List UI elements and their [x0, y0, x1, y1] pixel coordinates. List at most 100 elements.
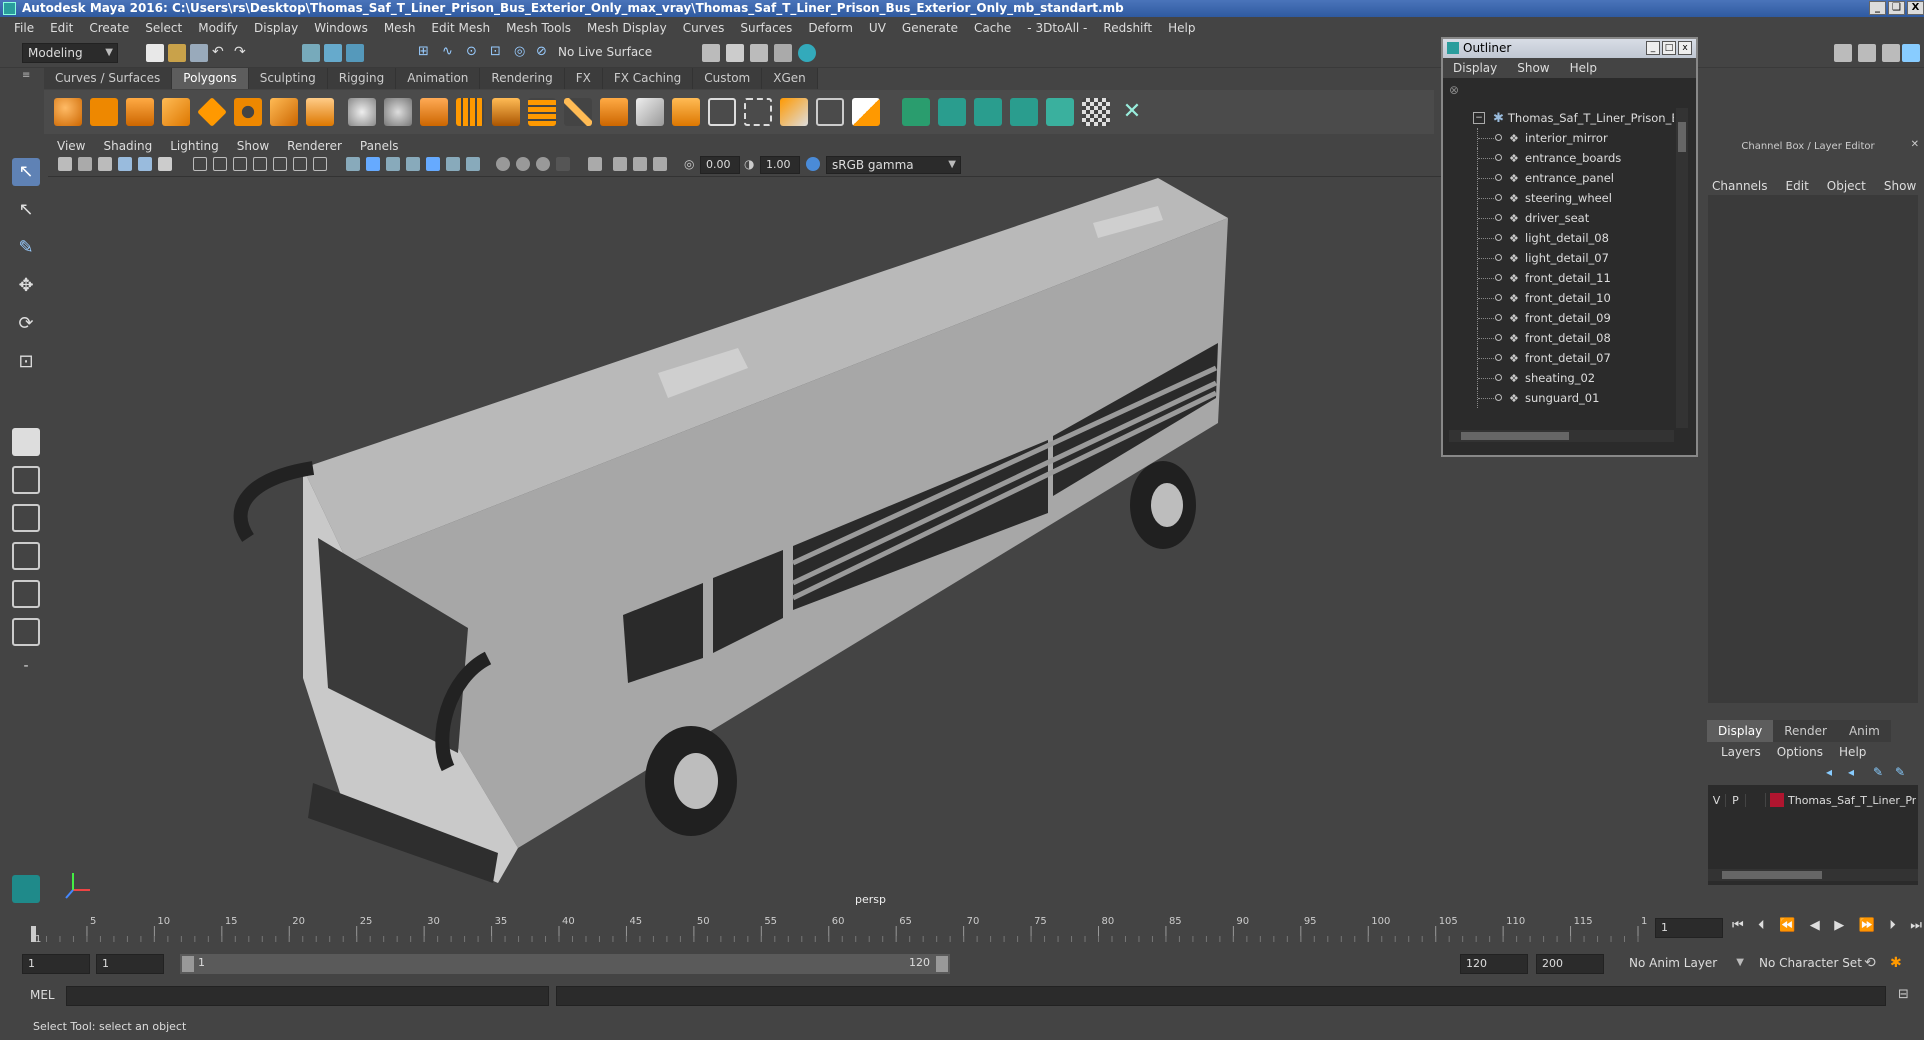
poly-prism-icon[interactable] [270, 98, 298, 126]
menu-select[interactable]: Select [137, 21, 190, 35]
persp-graph-layout-icon[interactable] [12, 542, 40, 570]
merge-icon[interactable] [852, 98, 880, 126]
outliner-item[interactable]: ❖ front_detail_10 [1449, 288, 1674, 308]
more-layouts-icon[interactable]: - [12, 658, 40, 686]
layer-menu-help[interactable]: Help [1831, 745, 1874, 759]
poly-pipe-icon[interactable] [306, 98, 334, 126]
multi-cut-icon[interactable] [564, 98, 592, 126]
gate-mask-icon[interactable] [253, 157, 267, 171]
four-view-layout-icon[interactable] [12, 466, 40, 494]
new-layer-selected-icon[interactable]: ✎ [1895, 765, 1909, 779]
ipr-render-icon[interactable] [750, 44, 768, 62]
go-to-end-icon[interactable]: ⏭ [1910, 918, 1922, 938]
scale-tool-icon[interactable]: ⊡ [12, 348, 40, 376]
xray-icon[interactable] [556, 157, 570, 171]
redo-icon[interactable]: ↷ [234, 44, 252, 62]
render-view-icon[interactable] [702, 44, 720, 62]
lasso-tool-icon[interactable]: ↖ [12, 196, 40, 224]
workspace-icon[interactable] [1834, 44, 1852, 62]
outliner-item[interactable]: ❖ light_detail_07 [1449, 248, 1674, 268]
menu-file[interactable]: File [6, 21, 42, 35]
cb-menu-object[interactable]: Object [1818, 179, 1875, 193]
vp-menu-lighting[interactable]: Lighting [161, 139, 228, 153]
vp-menu-view[interactable]: View [48, 139, 94, 153]
layer-menu-layers[interactable]: Layers [1713, 745, 1769, 759]
current-time-marker[interactable] [31, 926, 36, 942]
outliner-minimize-button[interactable]: _ [1646, 41, 1660, 55]
film-gate-icon[interactable] [213, 157, 227, 171]
cb-menu-show[interactable]: Show [1875, 179, 1924, 193]
tab-animation[interactable]: Animation [396, 68, 481, 89]
poly-torus-icon[interactable] [234, 98, 262, 126]
resolution-gate-icon[interactable] [233, 157, 247, 171]
menu-deform[interactable]: Deform [800, 21, 861, 35]
bookmark-icon[interactable] [98, 157, 112, 171]
outliner-item[interactable]: ❖ sunguard_01 [1449, 388, 1674, 408]
planar-map-icon[interactable] [938, 98, 966, 126]
menu-surfaces[interactable]: Surfaces [732, 21, 800, 35]
mel-command-input[interactable] [66, 986, 549, 1006]
move-tool-icon[interactable]: ✥ [12, 272, 40, 300]
outliner-item[interactable]: ❖ light_detail_08 [1449, 228, 1674, 248]
checker-map-icon[interactable] [1082, 98, 1110, 126]
new-scene-icon[interactable] [146, 44, 164, 62]
xray-active-icon[interactable] [633, 157, 647, 171]
shelf-options-icon[interactable]: ≡ [22, 70, 36, 130]
paint-select-tool-icon[interactable]: ✎ [12, 234, 40, 262]
snap-surface-icon[interactable]: ◎ [514, 44, 532, 62]
mirror-icon[interactable] [528, 98, 556, 126]
wireframe-icon[interactable] [346, 157, 360, 171]
depth-of-field-icon[interactable] [536, 157, 550, 171]
vp-menu-show[interactable]: Show [228, 139, 278, 153]
time-slider[interactable]: 1 5 10 15 20 25 30 35 40 45 50 55 60 65 70 75 80 85 90 95 10… [28, 912, 1648, 944]
animation-preferences-icon[interactable]: ✱ [1890, 955, 1908, 973]
outliner-item[interactable]: ❖ interior_mirror [1449, 128, 1674, 148]
tab-fx-caching[interactable]: FX Caching [602, 68, 694, 89]
snap-view-icon[interactable]: ⊡ [490, 44, 508, 62]
collapse-icon[interactable]: − [1473, 112, 1485, 124]
menu-curves[interactable]: Curves [675, 21, 733, 35]
shadows-icon[interactable] [446, 157, 460, 171]
layer-color-swatch[interactable] [1770, 793, 1784, 807]
outliner-item[interactable]: ❖ front_detail_08 [1449, 328, 1674, 348]
layer-menu-options[interactable]: Options [1769, 745, 1831, 759]
select-by-object-icon[interactable] [324, 44, 342, 62]
poly-cylinder-icon[interactable] [126, 98, 154, 126]
hypershade-layout-icon[interactable] [12, 580, 40, 608]
range-end-handle[interactable] [936, 956, 948, 972]
anti-aliasing-icon[interactable] [516, 157, 530, 171]
range-start-handle[interactable] [182, 956, 194, 972]
exposure-field[interactable]: 0.00 [700, 156, 740, 174]
menu-mesh[interactable]: Mesh [376, 21, 424, 35]
poly-cube-icon[interactable] [90, 98, 118, 126]
textured-icon[interactable] [406, 157, 420, 171]
step-forward-key-icon[interactable]: ⏩ [1859, 918, 1875, 938]
layer-horizontal-scrollbar[interactable] [1708, 869, 1918, 881]
poly-cone-icon[interactable] [162, 98, 190, 126]
smooth-icon[interactable] [456, 98, 484, 126]
outliner-title-bar[interactable]: Outliner _ □ x [1443, 39, 1696, 58]
menu-edit[interactable]: Edit [42, 21, 81, 35]
outliner-menu-show[interactable]: Show [1507, 61, 1559, 75]
automatic-map-icon[interactable] [1046, 98, 1074, 126]
separate-icon[interactable] [384, 98, 412, 126]
bridge-icon[interactable] [636, 98, 664, 126]
backface-icon[interactable] [653, 157, 667, 171]
menu-mesh-tools[interactable]: Mesh Tools [498, 21, 579, 35]
playback-end-field[interactable]: 120 [1460, 954, 1528, 974]
channel-box-toggle-icon[interactable] [1902, 44, 1920, 62]
outliner-item[interactable]: ❖ steering_wheel [1449, 188, 1674, 208]
current-frame-field[interactable]: 1 [1655, 918, 1723, 938]
smooth-shade-icon[interactable] [366, 157, 380, 171]
select-by-hierarchy-icon[interactable] [302, 44, 320, 62]
cb-menu-edit[interactable]: Edit [1777, 179, 1818, 193]
safe-title-icon[interactable] [313, 157, 327, 171]
field-chart-icon[interactable] [273, 157, 287, 171]
save-scene-icon[interactable] [190, 44, 208, 62]
mode-selector[interactable]: Modeling ▼ [22, 43, 118, 63]
range-slider[interactable]: 1 120 [180, 954, 950, 974]
outliner-root-item[interactable]: − ✱ Thomas_Saf_T_Liner_Prison_Bus_E [1449, 108, 1674, 128]
tool-settings-icon[interactable] [1882, 44, 1900, 62]
select-by-component-icon[interactable] [346, 44, 364, 62]
spherical-map-icon[interactable] [1010, 98, 1038, 126]
